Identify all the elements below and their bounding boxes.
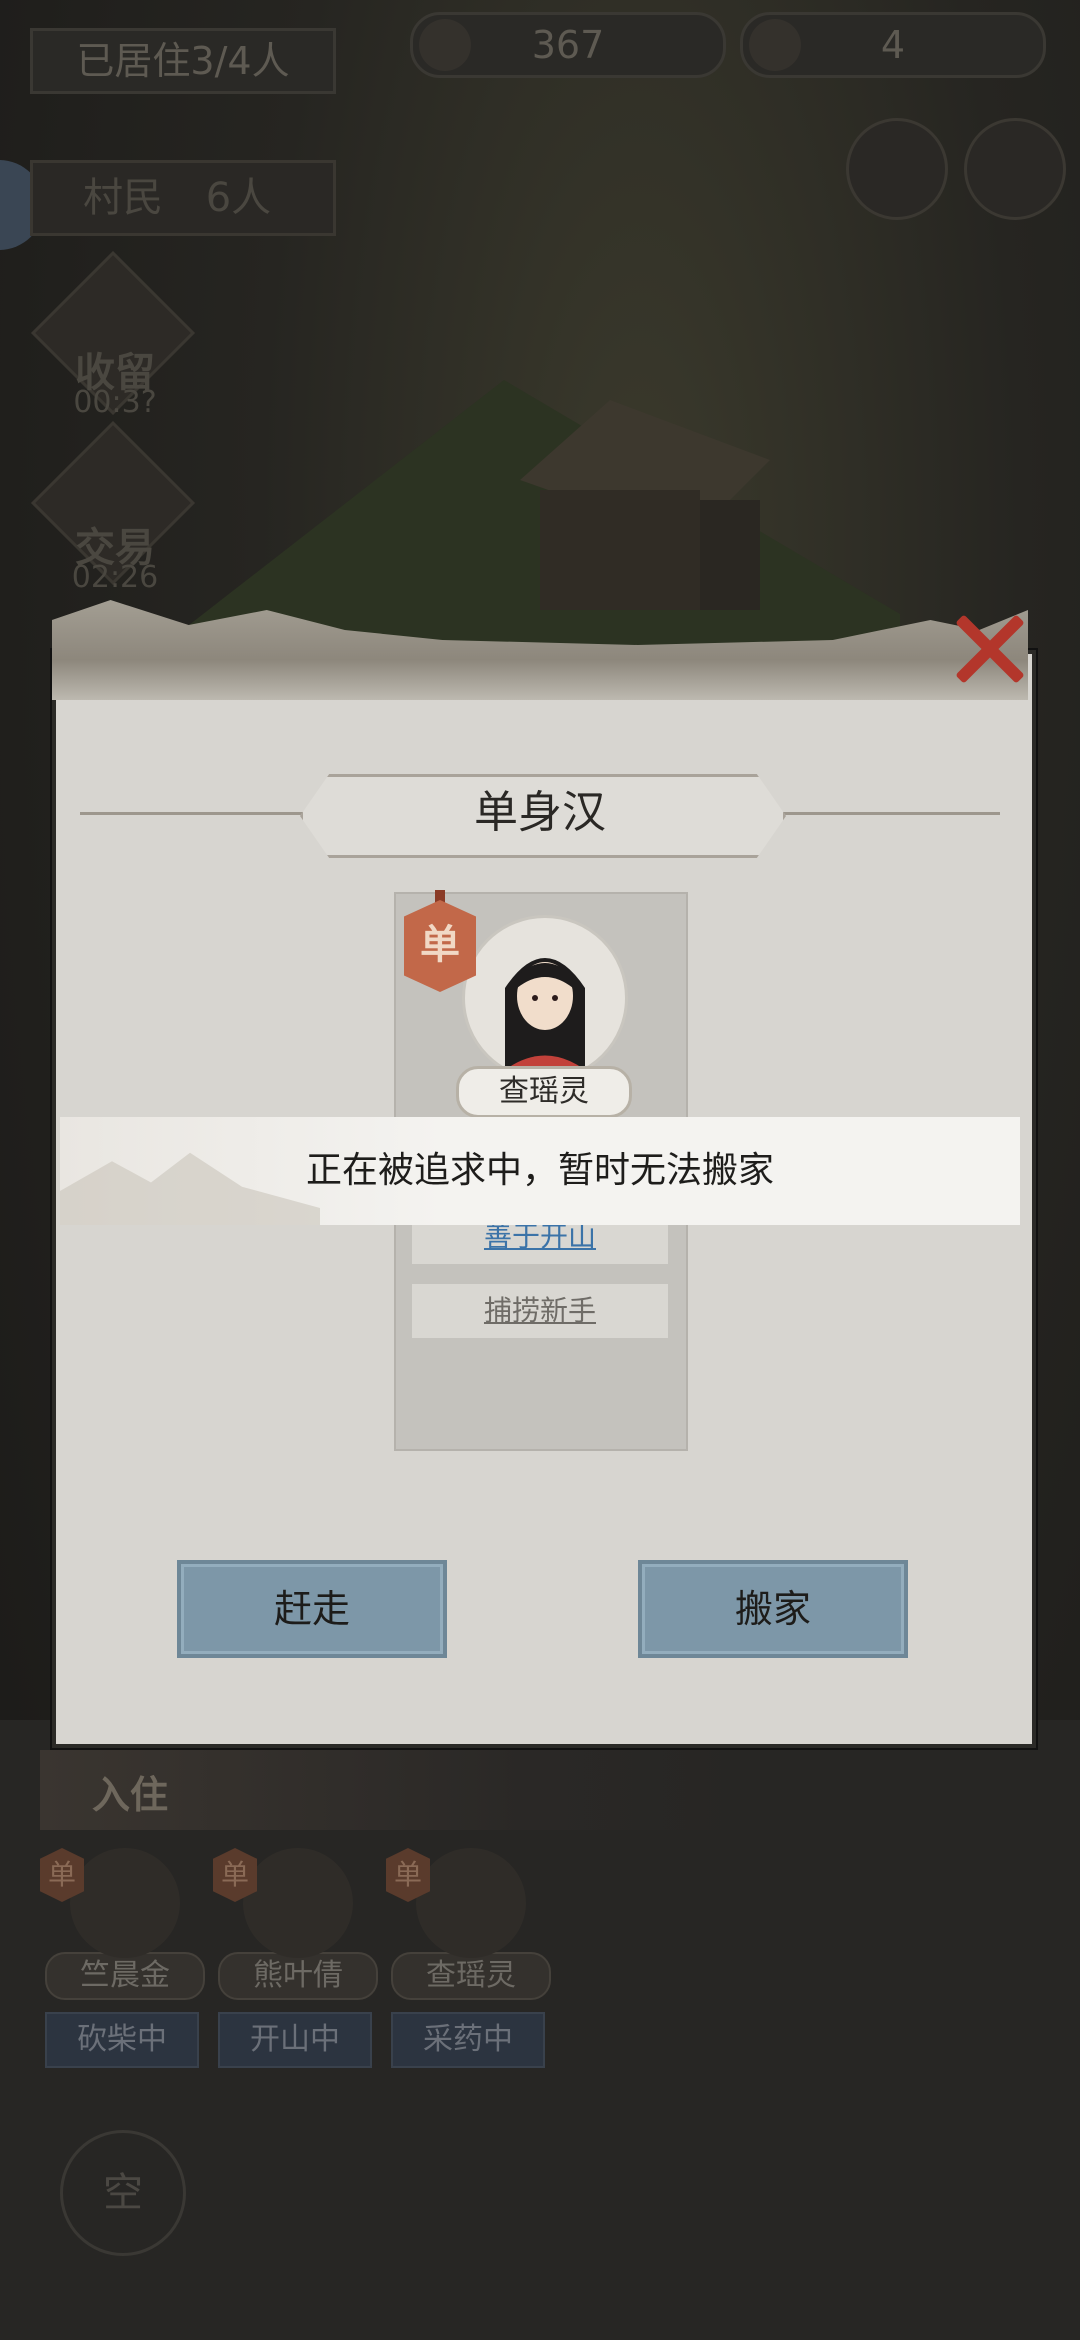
villagers-tab[interactable]: 村民 6人 <box>30 160 336 236</box>
empty-slot-label: 空 <box>103 2170 143 2216</box>
villagers-label: 村民 <box>83 175 163 221</box>
resident-status: 开山中 <box>218 2012 372 2068</box>
close-icon[interactable] <box>948 608 1028 688</box>
resident-card[interactable]: 单 熊叶倩 开山中 <box>213 1848 378 2068</box>
coins-value: 367 <box>531 23 605 67</box>
resident-card[interactable]: 单 查瑶灵 采药中 <box>386 1848 551 2068</box>
avatar: 单 <box>40 1848 180 1958</box>
dialog-title: 单身汉 <box>474 787 606 838</box>
character-avatar <box>462 915 628 1081</box>
trade-timer: 02:26 <box>71 560 159 595</box>
section-header: 入住 <box>40 1750 740 1830</box>
avatar: 单 <box>386 1848 526 1958</box>
gems-display: 4 <box>740 12 1046 78</box>
divider <box>80 812 310 815</box>
single-badge: 单 <box>213 1848 257 1902</box>
resident-name: 竺晨金 <box>45 1952 205 2000</box>
gem-icon <box>749 19 801 71</box>
section-label: 入住 <box>92 1772 169 1817</box>
villagers-count: 6人 <box>205 175 272 221</box>
scroll-icon[interactable] <box>846 118 948 220</box>
settings-icon[interactable] <box>964 118 1066 220</box>
residents-count: 已居住3/4人 <box>30 28 336 94</box>
resident-name: 熊叶倩 <box>218 1952 378 2000</box>
resident-status: 砍柴中 <box>45 2012 199 2068</box>
gems-value: 4 <box>880 23 906 67</box>
evict-button[interactable]: 赶走 <box>177 1560 447 1658</box>
coins-display: 367 <box>410 12 726 78</box>
resident-card[interactable]: 单 竺晨金 砍柴中 <box>40 1848 205 2068</box>
character-name: 查瑶灵 <box>456 1066 632 1118</box>
single-badge: 单 <box>386 1848 430 1902</box>
toast-message: 正在被追求中，暂时无法搬家 <box>305 1150 774 1191</box>
residents-label: 已居住3/4人 <box>76 39 290 83</box>
empty-slot[interactable]: 空 <box>60 2130 186 2256</box>
move-house-button[interactable]: 搬家 <box>638 1560 908 1658</box>
coin-icon <box>419 19 471 71</box>
resident-name: 查瑶灵 <box>391 1952 551 2000</box>
shelter-timer: 00:3? <box>73 385 157 420</box>
resident-status: 采药中 <box>391 2012 545 2068</box>
single-badge: 单 <box>404 900 476 992</box>
village-hut <box>520 400 770 610</box>
single-badge: 单 <box>40 1848 84 1902</box>
trait-link[interactable]: 捕捞新手 <box>412 1284 668 1338</box>
divider <box>770 812 1000 815</box>
avatar: 单 <box>213 1848 353 1958</box>
